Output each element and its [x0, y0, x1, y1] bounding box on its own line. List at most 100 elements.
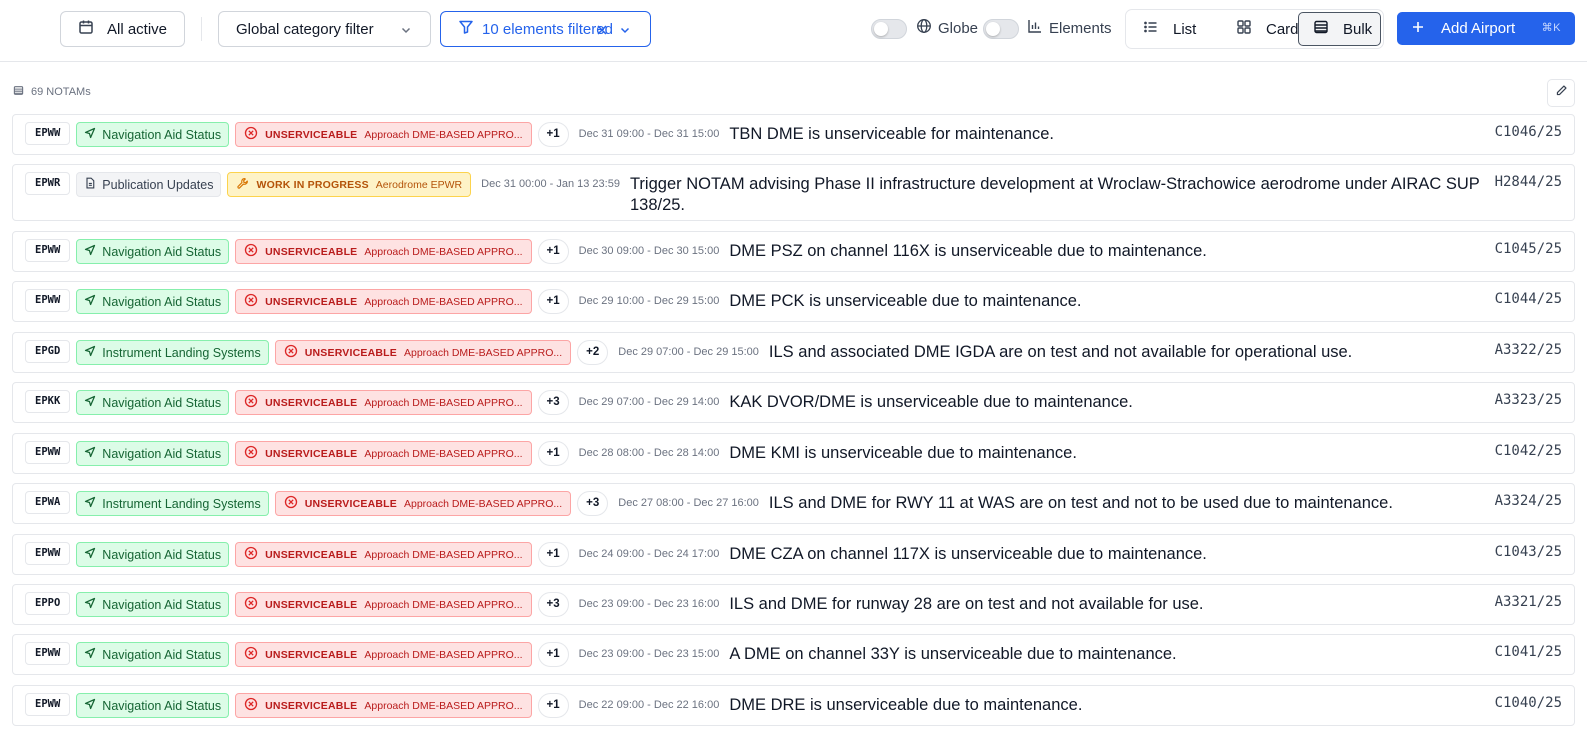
notam-row-content: EPWW Navigation Aid Status UNSERVICEABLE Ap… — [25, 693, 1082, 718]
view-card-button[interactable]: Card — [1222, 13, 1299, 45]
notam-id[interactable]: H2844/25 — [1495, 174, 1562, 190]
notam-row[interactable]: EPWW Navigation Aid Status UNSERVICEABLE Ap… — [12, 685, 1575, 726]
airport-code: EPWW — [25, 289, 71, 312]
validity-period: Dec 29 07:00 - Dec 29 14:00 — [578, 396, 720, 408]
extra-elements-badge[interactable]: +1 — [537, 441, 569, 466]
extra-elements-badge[interactable]: +3 — [537, 592, 569, 617]
globe-icon — [916, 18, 932, 38]
notam-row[interactable]: EPPO Navigation Aid Status UNSERVICEABLE Ap… — [12, 584, 1575, 625]
airport-code: EPKK — [25, 390, 71, 413]
notam-id[interactable]: C1045/25 — [1495, 241, 1562, 257]
validity-period: Dec 22 09:00 - Dec 22 16:00 — [578, 699, 720, 711]
status-detail: Approach DME-BASED APPRO... — [403, 346, 563, 359]
notam-id[interactable]: A3322/25 — [1495, 342, 1562, 358]
category-badge: Navigation Aid Status — [76, 122, 230, 147]
notam-id[interactable]: A3321/25 — [1495, 594, 1562, 610]
notam-id[interactable]: C1042/25 — [1495, 443, 1562, 459]
notam-id[interactable]: C1040/25 — [1495, 695, 1562, 711]
notam-id[interactable]: C1041/25 — [1495, 644, 1562, 660]
clear-filter-icon[interactable] — [595, 21, 609, 43]
bar-chart-icon — [1027, 18, 1043, 38]
date-filter-button[interactable]: All active — [60, 11, 185, 47]
category-filter-select[interactable]: Global category filter — [218, 11, 431, 47]
x-circle-icon — [284, 495, 298, 512]
view-list-button[interactable]: List — [1129, 13, 1219, 45]
notam-row[interactable]: EPWW Navigation Aid Status UNSERVICEABLE Ap… — [12, 433, 1575, 474]
filter-icon — [458, 19, 474, 39]
notam-row[interactable]: EPGD Instrument Landing Systems UNSERVICEA… — [12, 332, 1575, 373]
extra-elements-badge[interactable]: +1 — [537, 289, 569, 314]
table-icon — [1313, 19, 1329, 39]
notam-description: A DME on channel 33Y is unserviceable du… — [729, 645, 1177, 663]
notam-row[interactable]: EPWW Navigation Aid Status UNSERVICEABLE Ap… — [12, 281, 1575, 322]
status-badge: UNSERVICEABLE Approach DME-BASED APPRO... — [235, 542, 532, 567]
status-badge: UNSERVICEABLE Approach DME-BASED APPRO... — [235, 122, 532, 147]
add-airport-button[interactable]: Add Airport ⌘K — [1397, 12, 1575, 45]
notam-id[interactable]: C1046/25 — [1495, 124, 1562, 140]
validity-period: Dec 30 09:00 - Dec 30 15:00 — [578, 245, 720, 257]
category-label: Instrument Landing Systems — [102, 345, 261, 360]
validity-period: Dec 29 07:00 - Dec 29 15:00 — [618, 346, 759, 358]
notam-description: DME KMI is unserviceable due to maintena… — [729, 444, 1077, 462]
elements-filter-label: 10 elements filtered — [482, 20, 613, 38]
extra-elements-badge[interactable]: +1 — [537, 642, 569, 667]
category-badge: Navigation Aid Status — [76, 441, 230, 466]
notam-row[interactable]: EPWW Navigation Aid Status UNSERVICEABLE Ap… — [12, 634, 1575, 675]
x-circle-icon — [244, 126, 258, 143]
category-label: Publication Updates — [102, 177, 214, 192]
status-badge: UNSERVICEABLE Approach DME-BASED APPRO... — [235, 289, 532, 314]
category-label: Navigation Aid Status — [102, 597, 222, 612]
status-detail: Approach DME-BASED APPRO... — [364, 128, 523, 141]
status-label: UNSERVICEABLE — [265, 447, 358, 460]
status-label: UNSERVICEABLE — [265, 295, 358, 308]
extra-elements-badge[interactable]: +1 — [537, 239, 569, 264]
extra-elements-badge[interactable]: +2 — [577, 340, 609, 365]
category-badge: Navigation Aid Status — [76, 642, 230, 667]
edit-button[interactable] — [1547, 79, 1575, 107]
notam-row[interactable]: EPWW Navigation Aid Status UNSERVICEABLE Ap… — [12, 114, 1575, 155]
extra-elements-badge[interactable]: +1 — [537, 693, 569, 718]
validity-period: Dec 31 00:00 - Jan 13 23:59 — [481, 178, 620, 190]
view-card-label: Card — [1266, 20, 1299, 38]
extra-elements-badge[interactable]: +1 — [537, 122, 569, 147]
navigation-arrow-icon — [84, 698, 96, 713]
airport-code: EPWR — [25, 172, 71, 195]
notam-row[interactable]: EPWW Navigation Aid Status UNSERVICEABLE Ap… — [12, 231, 1575, 272]
globe-toggle[interactable] — [871, 19, 907, 39]
status-label: UNSERVICEABLE — [265, 598, 358, 611]
view-bulk-button[interactable]: Bulk — [1298, 12, 1381, 46]
extra-elements-badge[interactable]: +3 — [537, 390, 569, 415]
notam-row[interactable]: EPWA Instrument Landing Systems UNSERVICEA… — [12, 483, 1575, 524]
notam-id[interactable]: C1043/25 — [1495, 544, 1562, 560]
notam-description: DME PCK is unserviceable due to maintena… — [729, 292, 1082, 310]
status-label: UNSERVICEABLE — [265, 245, 358, 258]
notam-description: DME CZA on channel 117X is unserviceable… — [729, 545, 1207, 563]
category-badge: Navigation Aid Status — [76, 693, 230, 718]
x-circle-icon — [244, 394, 258, 411]
status-detail: Approach DME-BASED APPRO... — [364, 699, 523, 712]
elements-toggle[interactable] — [983, 19, 1019, 39]
elements-filter-select[interactable]: 10 elements filtered — [440, 11, 651, 47]
airport-code: EPWA — [25, 491, 71, 514]
extra-elements-badge[interactable]: +3 — [577, 491, 609, 516]
x-circle-icon — [244, 596, 258, 613]
list-icon — [1143, 19, 1159, 39]
notam-id[interactable]: C1044/25 — [1495, 291, 1562, 307]
notam-row[interactable]: EPWW Navigation Aid Status UNSERVICEABLE Ap… — [12, 534, 1575, 575]
notam-row[interactable]: EPWR Publication Updates WORK IN PROGRESS A… — [12, 164, 1575, 221]
table-icon — [13, 85, 24, 99]
extra-elements-badge[interactable]: +1 — [537, 542, 569, 567]
notam-id[interactable]: A3323/25 — [1495, 392, 1562, 408]
status-badge: UNSERVICEABLE Approach DME-BASED APPRO... — [235, 592, 532, 617]
validity-period: Dec 28 08:00 - Dec 28 14:00 — [578, 447, 720, 459]
status-badge: UNSERVICEABLE Approach DME-BASED APPRO... — [235, 390, 532, 415]
add-airport-label: Add Airport — [1441, 20, 1516, 37]
notam-description: ILS and DME for RWY 11 at WAS are on tes… — [768, 494, 1393, 512]
notam-row[interactable]: EPKK Navigation Aid Status UNSERVICEABLE Ap… — [12, 382, 1575, 423]
airport-code: EPWW — [25, 542, 71, 565]
notam-description: ILS and associated DME IGDA are on test … — [768, 343, 1353, 361]
chevron-down-icon — [619, 23, 631, 40]
category-label: Navigation Aid Status — [102, 547, 222, 562]
notam-id[interactable]: A3324/25 — [1495, 493, 1562, 509]
airport-code: EPWW — [25, 642, 71, 665]
